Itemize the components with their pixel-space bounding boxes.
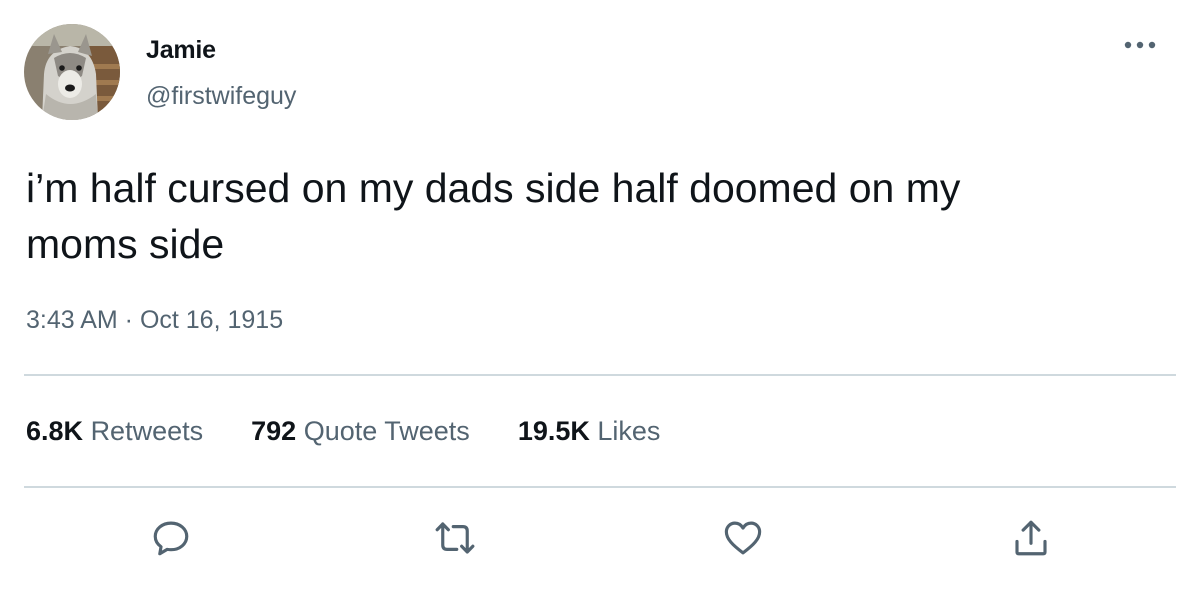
quote-tweets-count: 792 [251,416,297,446]
more-options-button[interactable] [1120,30,1160,60]
tweet-text: i’m half cursed on my dads side half doo… [26,165,961,267]
retweets-stat[interactable]: 6.8K Retweets [26,416,203,447]
quote-tweets-label: Quote Tweets [303,416,470,446]
more-icon [1124,41,1156,49]
retweets-label: Retweets [90,416,204,446]
tweet-timestamp[interactable]: 3:43 AM · Oct 16, 1915 [26,306,283,335]
reply-icon [153,521,189,556]
divider [24,486,1176,488]
retweet-button[interactable] [432,515,478,561]
user-handle[interactable]: @firstwifeguy [146,82,296,111]
user-avatar[interactable] [24,24,120,120]
tweet-stats: 6.8K Retweets 792 Quote Tweets 19.5K Lik… [26,416,708,447]
user-name[interactable]: Jamie [146,36,216,65]
reply-button[interactable] [148,515,194,561]
like-button[interactable] [720,515,766,561]
likes-label: Likes [597,416,661,446]
quote-tweets-stat[interactable]: 792 Quote Tweets [251,416,470,447]
share-icon [1015,520,1047,556]
tweet-card: Jamie @firstwifeguy i’m half cursed on m… [0,0,1200,608]
heart-icon [724,521,762,555]
tweet-actions [0,515,1200,561]
likes-count: 19.5K [517,416,590,446]
retweets-count: 6.8K [26,416,84,446]
dog-avatar-icon [24,24,120,120]
retweet-icon [435,522,475,554]
likes-stat[interactable]: 19.5K Likes [518,416,661,447]
divider [24,374,1176,376]
share-button[interactable] [1008,515,1054,561]
